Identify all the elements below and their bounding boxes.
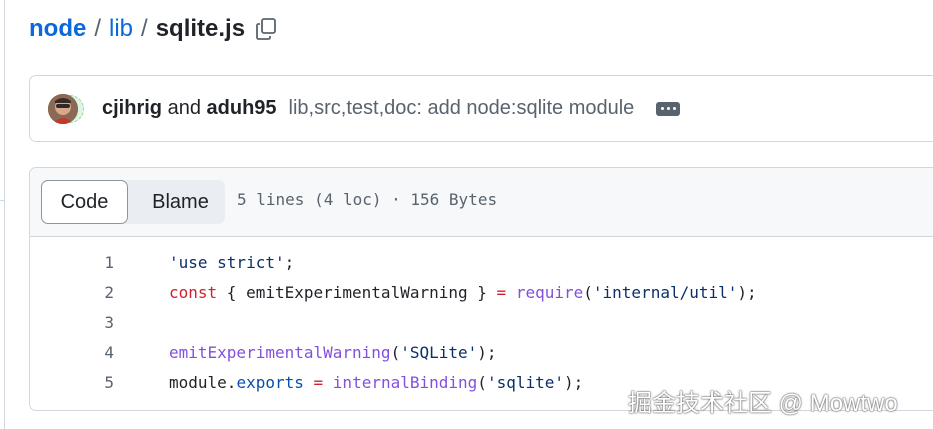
code-token: 'use strict' bbox=[169, 253, 285, 272]
code-token: ( bbox=[583, 283, 593, 302]
avatar-stack[interactable] bbox=[48, 93, 84, 124]
code-token: . bbox=[226, 373, 237, 392]
divider bbox=[0, 200, 4, 201]
author-link[interactable]: aduh95 bbox=[207, 97, 277, 119]
code-token: module bbox=[169, 373, 227, 392]
line-number[interactable]: 5 bbox=[30, 368, 114, 398]
line-number[interactable]: 1 bbox=[30, 248, 114, 278]
code-token: = bbox=[496, 283, 507, 302]
author-conjunction: and bbox=[167, 97, 201, 119]
file-header: Code Blame 5 lines (4 loc) · 156 Bytes bbox=[30, 168, 933, 237]
breadcrumb-dir-link[interactable]: lib bbox=[109, 15, 133, 43]
code-text: emitExperimentalWarning('SQLite'); bbox=[169, 338, 497, 368]
code-token: = bbox=[313, 373, 324, 392]
code-text: 'use strict'; bbox=[169, 248, 294, 278]
ellipsis-icon[interactable] bbox=[656, 101, 681, 116]
code-line: 2 const { emitExperimentalWarning } = req… bbox=[30, 278, 933, 308]
code-token: ( bbox=[390, 343, 401, 362]
code-line: 4 emitExperimentalWarning('SQLite'); bbox=[30, 338, 933, 368]
breadcrumb-repo-link[interactable]: node bbox=[29, 15, 86, 43]
code-token: exports bbox=[236, 373, 304, 392]
code-line: 1 'use strict'; bbox=[30, 248, 933, 278]
file-name: sqlite.js bbox=[155, 15, 246, 42]
code-token: emitExperimentalWarning bbox=[169, 343, 391, 362]
tab-blame[interactable]: Blame bbox=[136, 180, 225, 224]
code-token: ); bbox=[477, 343, 497, 362]
code-token: { emitExperimentalWarning } bbox=[217, 283, 497, 302]
avatar[interactable] bbox=[48, 93, 78, 124]
code-line: 3 bbox=[30, 308, 933, 338]
code-token: const bbox=[169, 283, 218, 302]
code-token: ; bbox=[284, 253, 295, 272]
commit-authors: cjihrig and aduh95 bbox=[102, 97, 277, 120]
code-text: module.exports = internalBinding('sqlite… bbox=[169, 368, 583, 398]
view-toggle: Code Blame bbox=[41, 180, 225, 224]
line-number[interactable]: 4 bbox=[30, 338, 114, 368]
code-token: 'SQLite' bbox=[400, 343, 478, 362]
page-left-border bbox=[4, 0, 5, 429]
code-token: 'internal/util' bbox=[592, 283, 738, 302]
code-token: ); bbox=[737, 283, 757, 302]
code-token: 'sqlite' bbox=[486, 373, 564, 392]
watermark: 掘金技术社区 @ Mowtwo bbox=[628, 390, 898, 417]
code-token: ( bbox=[477, 373, 487, 392]
code-token: require bbox=[515, 283, 584, 302]
code-token: internalBinding bbox=[332, 373, 478, 392]
author-link[interactable]: cjihrig bbox=[102, 97, 162, 119]
breadcrumb: node / lib / sqlite.js bbox=[29, 12, 278, 46]
file-stats: 5 lines (4 loc) · 156 Bytes bbox=[237, 190, 498, 209]
copy-icon[interactable] bbox=[254, 17, 278, 41]
line-number[interactable]: 3 bbox=[30, 308, 114, 338]
code-text: const { emitExperimentalWarning } = requ… bbox=[169, 278, 757, 308]
file-viewer: Code Blame 5 lines (4 loc) · 156 Bytes 1… bbox=[29, 167, 933, 411]
commit-message-link[interactable]: lib,src,test,doc: add node:sqlite module bbox=[289, 97, 635, 120]
latest-commit-box: cjihrig and aduh95 lib,src,test,doc: add… bbox=[29, 75, 933, 142]
line-number[interactable]: 2 bbox=[30, 278, 114, 308]
code-token: ); bbox=[564, 373, 584, 392]
breadcrumb-separator: / bbox=[141, 15, 148, 42]
tab-code[interactable]: Code bbox=[41, 180, 128, 224]
breadcrumb-separator: / bbox=[94, 15, 101, 42]
